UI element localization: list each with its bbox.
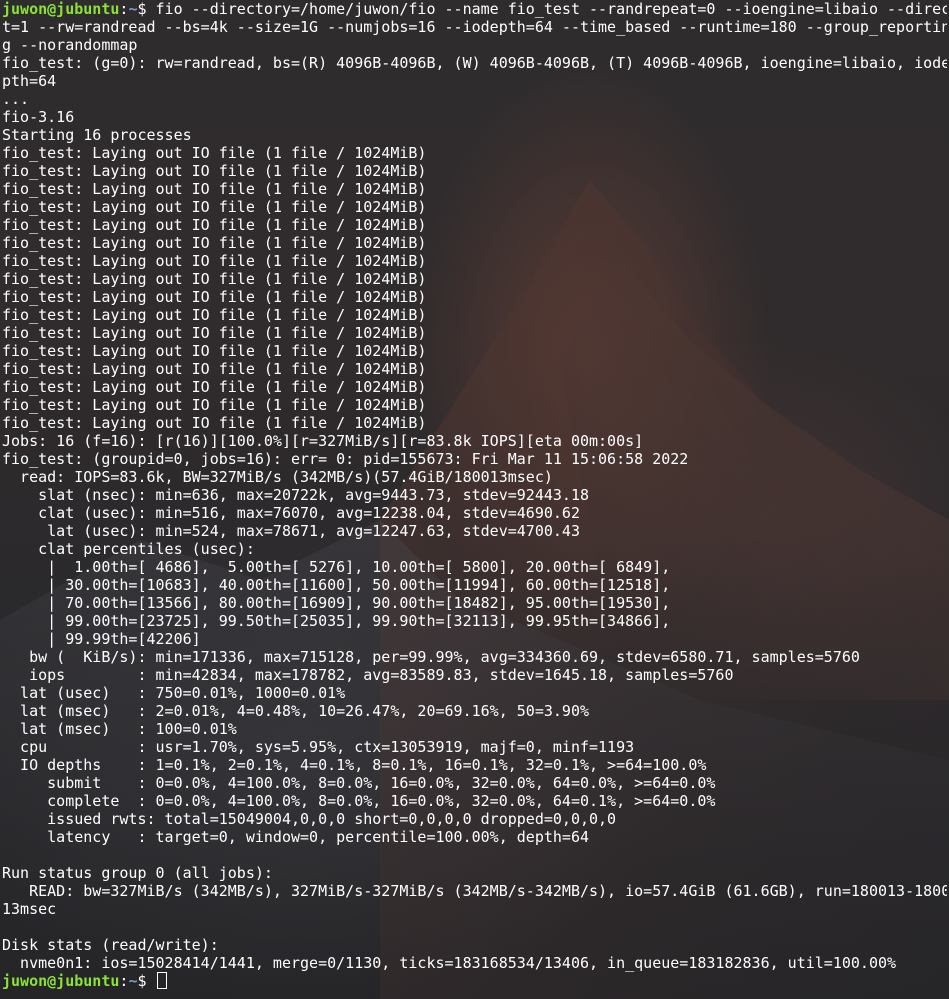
- output-line: lat (usec): min=524, max=78671, avg=1224…: [2, 522, 580, 540]
- output-line: complete : 0=0.0%, 4=100.0%, 8=0.0%, 16=…: [2, 792, 716, 810]
- output-line: | 1.00th=[ 4686], 5.00th=[ 5276], 10.00t…: [2, 558, 671, 576]
- command-continuation: g --norandommap: [2, 36, 138, 54]
- output-line: fio_test: Laying out IO file (1 file / 1…: [2, 144, 427, 162]
- output-line: nvme0n1: ios=15028414/1441, merge=0/1130…: [2, 954, 897, 972]
- output-line: fio_test: Laying out IO file (1 file / 1…: [2, 360, 427, 378]
- output-line: fio_test: Laying out IO file (1 file / 1…: [2, 396, 427, 414]
- command-continuation: t=1 --rw=randread --bs=4k --size=1G --nu…: [2, 18, 947, 36]
- active-prompt-line[interactable]: juwon@jubuntu:~$: [2, 972, 947, 990]
- output-line: fio_test: Laying out IO file (1 file / 1…: [2, 252, 427, 270]
- output-line: read: IOPS=83.6k, BW=327MiB/s (342MB/s)(…: [2, 468, 553, 486]
- output-line: | 70.00th=[13566], 80.00th=[16909], 90.0…: [2, 594, 671, 612]
- output-line: | 30.00th=[10683], 40.00th=[11600], 50.0…: [2, 576, 671, 594]
- output-line: iops : min=42834, max=178782, avg=83589.…: [2, 666, 734, 684]
- output-line: READ: bw=327MiB/s (342MB/s), 327MiB/s-32…: [2, 882, 947, 900]
- output-line: lat (usec) : 750=0.01%, 1000=0.01%: [2, 684, 346, 702]
- command-line: juwon@jubuntu:~$ fio --directory=/home/j…: [2, 0, 947, 18]
- output-line: lat (msec) : 100=0.01%: [2, 720, 237, 738]
- output-line: slat (nsec): min=636, max=20722k, avg=94…: [2, 486, 589, 504]
- prompt-user-host: juwon@jubuntu: [2, 0, 120, 18]
- command-output: fio_test: (g=0): rw=randread, bs=(R) 409…: [2, 54, 947, 972]
- output-line: ...: [2, 90, 30, 108]
- output-line: fio_test: Laying out IO file (1 file / 1…: [2, 306, 427, 324]
- output-line: bw ( KiB/s): min=171336, max=715128, per…: [2, 648, 860, 666]
- output-line: latency : target=0, window=0, percentile…: [2, 828, 589, 846]
- output-line: 13msec: [2, 900, 57, 918]
- output-line: lat (msec) : 2=0.01%, 4=0.48%, 10=26.47%…: [2, 702, 589, 720]
- output-line: Starting 16 processes: [2, 126, 192, 144]
- output-line: Run status group 0 (all jobs):: [2, 864, 273, 882]
- output-line: | 99.99th=[42206]: [2, 630, 201, 648]
- output-line: fio_test: Laying out IO file (1 file / 1…: [2, 234, 427, 252]
- output-line: fio_test: (groupid=0, jobs=16): err= 0: …: [2, 450, 689, 468]
- output-line: IO depths : 1=0.1%, 2=0.1%, 4=0.1%, 8=0.…: [2, 756, 707, 774]
- prompt-symbol: $: [137, 972, 156, 990]
- output-line: Disk stats (read/write):: [2, 936, 219, 954]
- output-line: Jobs: 16 (f=16): [r(16)][100.0%][r=327Mi…: [2, 432, 644, 450]
- output-line: fio_test: Laying out IO file (1 file / 1…: [2, 378, 427, 396]
- output-line: | 99.00th=[23725], 99.50th=[25035], 99.9…: [2, 612, 671, 630]
- terminal-window[interactable]: juwon@jubuntu:~$ fio --directory=/home/j…: [0, 0, 949, 999]
- output-line: fio_test: (g=0): rw=randread, bs=(R) 409…: [2, 54, 947, 72]
- output-line: clat percentiles (usec):: [2, 540, 255, 558]
- prompt-user-host: juwon@jubuntu: [2, 972, 120, 990]
- output-line: fio-3.16: [2, 108, 75, 126]
- output-line: cpu : usr=1.70%, sys=5.95%, ctx=13053919…: [2, 738, 635, 756]
- output-line: fio_test: Laying out IO file (1 file / 1…: [2, 216, 427, 234]
- output-line: fio_test: Laying out IO file (1 file / 1…: [2, 270, 427, 288]
- output-line: fio_test: Laying out IO file (1 file / 1…: [2, 180, 427, 198]
- output-line: issued rwts: total=15049004,0,0,0 short=…: [2, 810, 617, 828]
- output-line: clat (usec): min=516, max=76070, avg=122…: [2, 504, 580, 522]
- output-line: pth=64: [2, 72, 57, 90]
- output-line: fio_test: Laying out IO file (1 file / 1…: [2, 198, 427, 216]
- output-line: submit : 0=0.0%, 4=100.0%, 8=0.0%, 16=0.…: [2, 774, 716, 792]
- output-line: fio_test: Laying out IO file (1 file / 1…: [2, 324, 427, 342]
- prompt-symbol: $: [137, 0, 156, 18]
- output-line: fio_test: Laying out IO file (1 file / 1…: [2, 414, 427, 432]
- output-line: fio_test: Laying out IO file (1 file / 1…: [2, 162, 427, 180]
- text-cursor-icon[interactable]: [156, 972, 167, 989]
- output-line: fio_test: Laying out IO file (1 file / 1…: [2, 342, 427, 360]
- output-line: fio_test: Laying out IO file (1 file / 1…: [2, 288, 427, 306]
- command-text: fio --directory=/home/juwon/fio --name f…: [155, 0, 947, 18]
- terminal-output[interactable]: juwon@jubuntu:~$ fio --directory=/home/j…: [2, 0, 947, 990]
